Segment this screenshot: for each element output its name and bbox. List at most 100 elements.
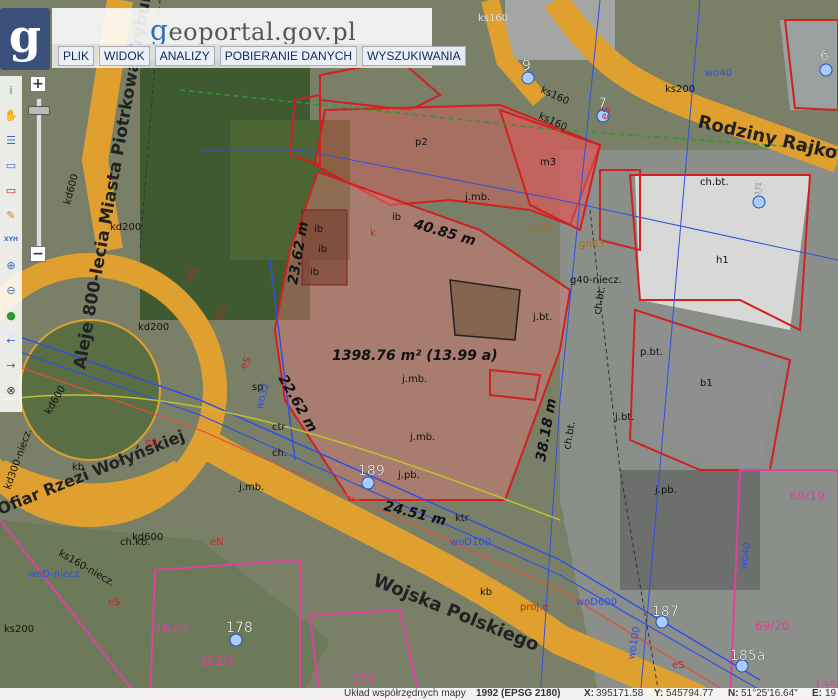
svg-text:9: 9 (522, 58, 531, 74)
utility-label: ktr (455, 513, 470, 524)
site-title-accent: g (150, 14, 169, 47)
geoportal-logo[interactable]: g (0, 8, 50, 70)
forward-arrow-icon[interactable]: → (3, 357, 19, 373)
utility-label: ib (392, 212, 401, 223)
utility-label: woD100 (450, 537, 491, 548)
utility-label: p.bt. (640, 347, 663, 358)
utility-label: j.mb. (401, 374, 427, 385)
utility-label: eS (145, 437, 158, 448)
svg-text:187: 187 (652, 604, 679, 620)
layers-list-icon[interactable]: ☰ (3, 132, 19, 148)
map-canvas[interactable]: Aleje 800-lecia Miasta Piotrkowa Trybuna… (0, 0, 838, 700)
utility-label: ib (318, 244, 327, 255)
info-icon[interactable]: i (3, 82, 19, 98)
utility-label: ctr (272, 422, 286, 433)
utility-label: ib (310, 267, 319, 278)
utility-label: j.pb. (397, 470, 420, 481)
site-title: geoportal.gov.pl (150, 14, 356, 47)
utility-label: m3 (540, 157, 556, 168)
utility-label: h1 (716, 255, 729, 266)
utility-label: ks200 (4, 624, 34, 635)
crs-value: 1992 (EPSG 2180) (476, 688, 561, 699)
utility-label: sp (252, 382, 264, 393)
parcel-label-69-20: 69/20 (755, 619, 790, 633)
utility-label: proj.e (520, 602, 548, 613)
utility-label: ib (314, 224, 323, 235)
zoom-out-icon[interactable]: ⊖ (3, 282, 19, 298)
y-value: 545794.77 (666, 688, 714, 699)
utility-label: kd200 (110, 222, 141, 233)
utility-label: eN (210, 537, 224, 548)
menu-pobieranie-danych[interactable]: POBIERANIE DANYCH (219, 46, 358, 66)
utility-label: ch. (272, 448, 287, 459)
area-label: 1398.76 m² (13.99 a) (332, 348, 498, 364)
select-window-icon[interactable]: ▭ (3, 157, 19, 173)
hand-pan-icon[interactable]: ✋ (3, 107, 19, 123)
utility-label: g40-niecz. (570, 275, 622, 286)
svg-text:5: 5 (754, 182, 763, 198)
parcel-marker-173[interactable]: 173 (352, 672, 375, 686)
utility-label: kb (480, 587, 492, 598)
utility-label: j.mb. (238, 482, 264, 493)
utility-label: woD600 (576, 597, 617, 608)
xyh-icon[interactable]: XYH (3, 232, 19, 248)
x-label: X: (584, 688, 594, 699)
title-bar: geoportal.gov.pl (52, 8, 432, 47)
x-value: 395171.58 (596, 688, 644, 699)
utility-label: ks200 (665, 84, 695, 95)
parcel-label-162-1: 162/1 (200, 654, 235, 668)
utility-label: eS (672, 660, 685, 671)
clear-icon[interactable]: ⊗ (3, 382, 19, 398)
globe-icon[interactable]: ● (3, 307, 19, 323)
menu-widok[interactable]: WIDOK (99, 46, 150, 66)
utility-label: b1 (700, 378, 713, 389)
svg-text:6: 6 (820, 48, 829, 64)
zoom-in-icon[interactable]: ⊕ (3, 257, 19, 273)
utility-label: eS (108, 597, 121, 608)
utility-label: j.mb. (409, 432, 435, 443)
zoom-control: + − (26, 76, 50, 266)
menu-wyszukiwania[interactable]: WYSZUKIWANIA (362, 46, 466, 66)
utility-label: kb (72, 462, 84, 473)
main-menu: PLIK WIDOK ANALIZY POBIERANIE DANYCH WYS… (52, 44, 466, 68)
svg-text:185a: 185a (730, 648, 765, 664)
svg-text:173: 173 (352, 672, 375, 686)
menu-analizy[interactable]: ANALIZY (154, 46, 215, 66)
svg-text:178: 178 (226, 620, 253, 636)
status-bar: Układ współrzędnych mapy 1992 (EPSG 2180… (0, 688, 838, 700)
logo-letter: g (8, 9, 42, 63)
e-value: 19 (825, 688, 837, 699)
n-label: N: (728, 688, 739, 699)
svg-text:189: 189 (358, 463, 385, 479)
select-red-icon[interactable]: ▭ (3, 182, 19, 198)
utility-label: ks160 (478, 13, 508, 24)
zoom-slider-handle[interactable] (28, 106, 50, 115)
utility-label: gn63 (579, 239, 604, 250)
y-label: Y: (654, 688, 664, 699)
crs-label: Układ współrzędnych mapy (344, 688, 466, 699)
zoom-slider-rail[interactable] (36, 98, 42, 250)
utility-label: j.pb. (654, 485, 677, 496)
n-value: 51°25'16.64" (741, 688, 798, 699)
utility-label: woD-niecz. (28, 569, 83, 580)
utility-label: ch.kb. (120, 537, 150, 548)
parcel-label-162-2: 162/2 (155, 621, 190, 635)
utility-label: k (370, 228, 376, 239)
menu-plik[interactable]: PLIK (58, 46, 95, 66)
utility-label: j.bt. (614, 412, 634, 423)
utility-label: kd200 (138, 322, 169, 333)
parcel-label-69-19: 69/19 (790, 489, 825, 503)
pencil-icon[interactable]: ✎ (3, 207, 19, 223)
map-toolbar: i ✋ ☰ ▭ ▭ ✎ XYH ⊕ ⊖ ● ← → ⊗ (0, 76, 22, 412)
site-title-rest: eoportal.gov.pl (168, 18, 357, 46)
utility-label: j.bt. (532, 312, 552, 323)
utility-label: j.mb. (464, 192, 490, 203)
utility-label: p2 (415, 137, 428, 148)
back-arrow-icon[interactable]: ← (3, 332, 19, 348)
utility-label: wo40 (705, 68, 732, 79)
zoom-in-button[interactable]: + (30, 76, 46, 92)
utility-label: gn40 (528, 224, 553, 235)
utility-label: ch.bt. (700, 177, 728, 188)
zoom-out-button[interactable]: − (30, 246, 46, 262)
e-label: E: (812, 688, 822, 699)
